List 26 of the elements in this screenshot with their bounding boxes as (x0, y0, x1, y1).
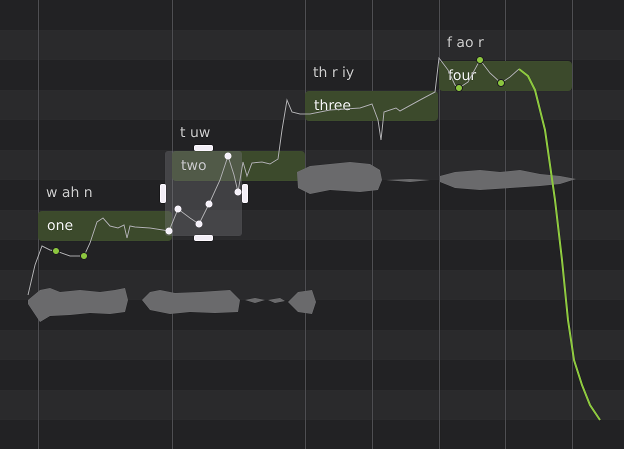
note-block[interactable]: one (38, 211, 172, 241)
resize-handle[interactable] (194, 235, 213, 241)
control-point[interactable] (224, 152, 232, 160)
note-block[interactable]: two (172, 151, 305, 181)
control-point[interactable] (80, 252, 88, 260)
control-point[interactable] (174, 206, 182, 212)
control-point[interactable] (455, 84, 463, 92)
lyric-label: two (181, 158, 207, 174)
control-point[interactable] (52, 247, 60, 255)
phoneme-label: w ah n (46, 185, 93, 201)
phoneme-label: t uw (180, 125, 210, 141)
resize-handle[interactable] (242, 184, 248, 203)
resize-handle[interactable] (160, 184, 166, 203)
resize-handle[interactable] (194, 145, 213, 151)
control-point[interactable] (196, 220, 202, 228)
control-point[interactable] (497, 79, 505, 87)
selection-box[interactable] (165, 151, 242, 236)
lyric-label: one (47, 218, 74, 234)
phoneme-label: th r iy (313, 65, 354, 81)
note-block[interactable]: three (305, 91, 438, 121)
control-point[interactable] (166, 228, 172, 234)
control-point[interactable] (476, 56, 484, 64)
control-point[interactable] (206, 200, 212, 208)
control-point[interactable] (234, 188, 242, 196)
phoneme-label: f ao r (447, 35, 484, 51)
lyric-label: three (314, 98, 352, 114)
